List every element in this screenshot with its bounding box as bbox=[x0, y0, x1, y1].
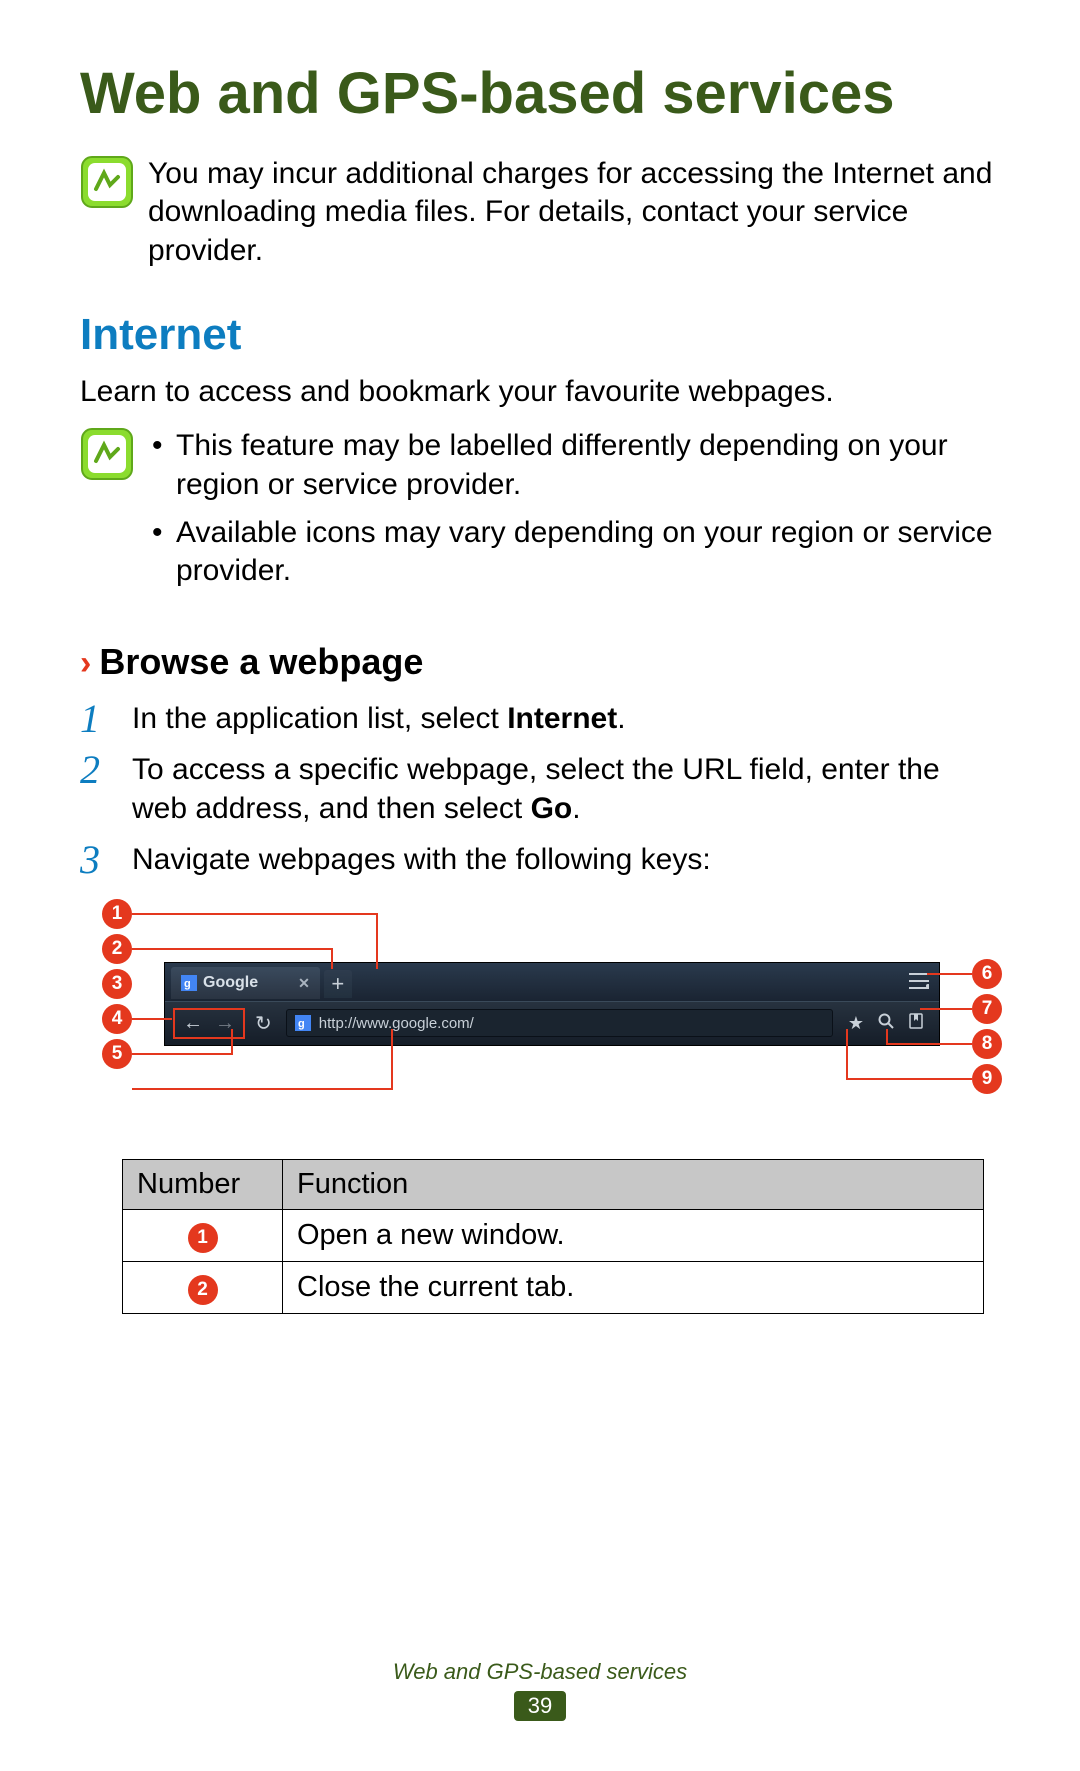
step-3: 3 Navigate webpages with the following k… bbox=[80, 840, 1000, 879]
step-text: . bbox=[617, 702, 625, 735]
callout-3: 3 bbox=[102, 969, 132, 999]
table-row: 2 Close the current tab. bbox=[123, 1261, 984, 1313]
reload-icon[interactable]: ↻ bbox=[249, 1009, 278, 1038]
browser-toolbar: ← → ↻ g http://www.google.com/ ★ bbox=[165, 1001, 939, 1045]
callout-6: 6 bbox=[972, 959, 1002, 989]
back-button-icon[interactable]: ← bbox=[177, 1010, 209, 1037]
section-heading-internet: Internet bbox=[80, 310, 1000, 360]
browser-diagram: 1 2 3 4 5 6 7 8 9 g Google ✕ + bbox=[102, 899, 1002, 1119]
note-bullet-2: Available icons may vary depending on yo… bbox=[148, 514, 1000, 591]
callout-5: 5 bbox=[102, 1039, 132, 1069]
step-bold: Go bbox=[531, 792, 573, 825]
intro-text: Learn to access and bookmark your favour… bbox=[80, 372, 1000, 411]
page-title: Web and GPS-based services bbox=[80, 60, 1000, 127]
note-icon bbox=[80, 155, 134, 209]
close-tab-icon[interactable]: ✕ bbox=[298, 975, 310, 992]
callout-inline-1: 1 bbox=[188, 1223, 218, 1253]
footer-title: Web and GPS-based services bbox=[0, 1659, 1080, 1685]
callout-7: 7 bbox=[972, 994, 1002, 1024]
step-number: 1 bbox=[80, 693, 100, 745]
callout-9: 9 bbox=[972, 1064, 1002, 1094]
tab-label: Google bbox=[203, 974, 258, 992]
nav-box: ← → bbox=[173, 1008, 245, 1039]
step-bold: Internet bbox=[507, 702, 617, 735]
browser-bar: g Google ✕ + ← → ↻ g bbox=[164, 962, 940, 1046]
new-tab-button[interactable]: + bbox=[324, 970, 352, 998]
callout-inline-2: 2 bbox=[188, 1275, 218, 1305]
step-2: 2 To access a specific webpage, select t… bbox=[80, 750, 1000, 828]
note-icon bbox=[80, 427, 134, 481]
table-row: 1 Open a new window. bbox=[123, 1209, 984, 1261]
subsection-title: Browse a webpage bbox=[99, 641, 423, 683]
note-text-1: You may incur additional charges for acc… bbox=[148, 155, 1000, 270]
callout-8: 8 bbox=[972, 1029, 1002, 1059]
google-favicon-icon: g bbox=[181, 975, 197, 991]
step-number: 2 bbox=[80, 744, 100, 796]
chevron-icon: › bbox=[80, 644, 91, 683]
step-text: Navigate webpages with the following key… bbox=[132, 843, 711, 876]
table-header-function: Function bbox=[283, 1159, 984, 1209]
bookmark-star-icon[interactable]: ★ bbox=[841, 1013, 871, 1034]
table-func-2: Close the current tab. bbox=[283, 1261, 984, 1313]
note-block-2: This feature may be labelled differently… bbox=[80, 427, 1000, 601]
table-header-number: Number bbox=[123, 1159, 283, 1209]
step-number: 3 bbox=[80, 834, 100, 886]
step-1: 1 In the application list, select Intern… bbox=[80, 699, 1000, 738]
svg-text:g: g bbox=[184, 978, 191, 990]
url-bar[interactable]: g http://www.google.com/ bbox=[286, 1009, 833, 1037]
browser-tab[interactable]: g Google ✕ bbox=[171, 967, 320, 999]
bookmarks-list-icon[interactable] bbox=[901, 1013, 931, 1034]
page-footer: Web and GPS-based services 39 bbox=[0, 1659, 1080, 1721]
forward-button-icon[interactable]: → bbox=[209, 1010, 241, 1037]
callout-1: 1 bbox=[102, 899, 132, 929]
page-number: 39 bbox=[514, 1691, 566, 1721]
callout-4: 4 bbox=[102, 1004, 132, 1034]
url-favicon-icon: g bbox=[295, 1015, 311, 1031]
url-text: http://www.google.com/ bbox=[319, 1015, 474, 1032]
note-bullet-1: This feature may be labelled differently… bbox=[148, 427, 1000, 504]
table-func-1: Open a new window. bbox=[283, 1209, 984, 1261]
step-text: In the application list, select bbox=[132, 702, 507, 735]
callout-2: 2 bbox=[102, 934, 132, 964]
tab-strip: g Google ✕ + bbox=[165, 963, 939, 1001]
function-table: Number Function 1 Open a new window. 2 C… bbox=[122, 1159, 984, 1314]
svg-text:g: g bbox=[298, 1018, 305, 1030]
note-block-1: You may incur additional charges for acc… bbox=[80, 155, 1000, 270]
menu-icon[interactable] bbox=[909, 973, 929, 994]
step-text: . bbox=[572, 792, 580, 825]
search-icon[interactable] bbox=[871, 1013, 901, 1034]
